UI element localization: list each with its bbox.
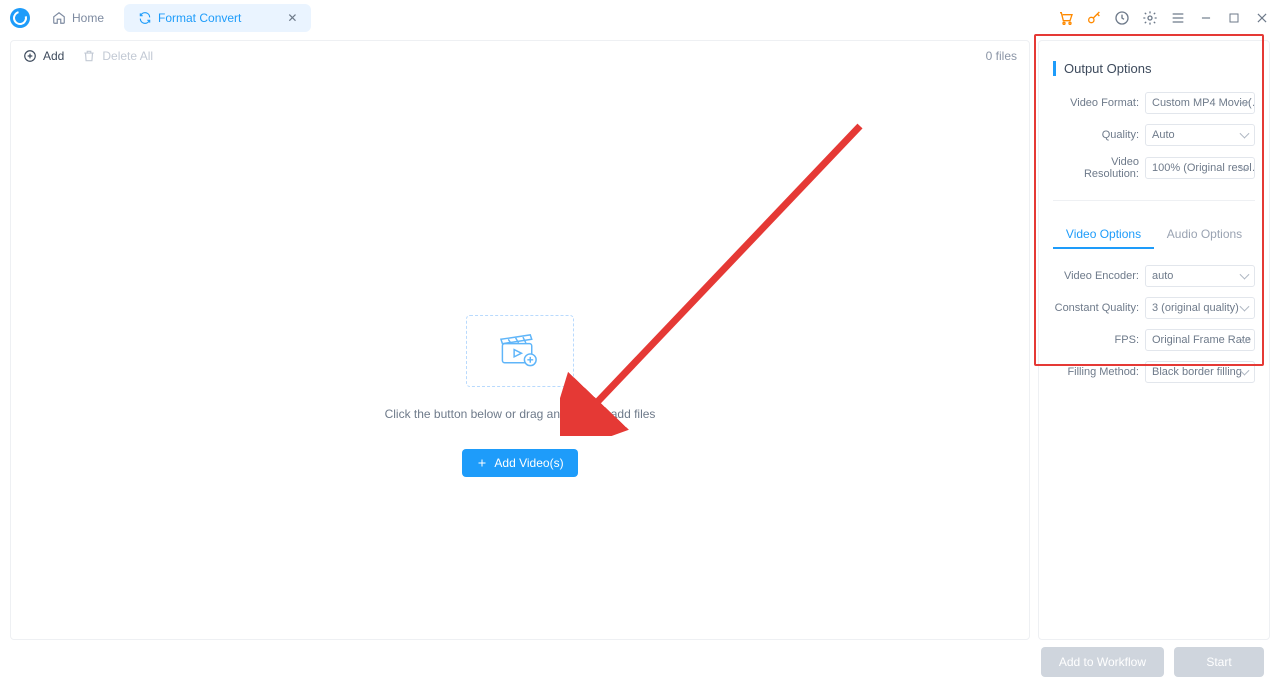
option-subtabs: Video Options Audio Options xyxy=(1053,221,1255,249)
tab-video-options[interactable]: Video Options xyxy=(1053,221,1154,249)
output-options-panel: Output Options Video Format: Custom MP4 … xyxy=(1038,40,1270,640)
row-video-format: Video Format: Custom MP4 Movie(… xyxy=(1053,92,1255,114)
fps-select[interactable]: Original Frame Rate xyxy=(1145,329,1255,351)
delete-all-label: Delete All xyxy=(102,49,153,63)
title-bar: Home Format Convert ✕ xyxy=(0,0,1280,36)
empty-state: Click the button below or drag and drop … xyxy=(11,71,1029,639)
tab-home-label: Home xyxy=(72,11,104,25)
gear-icon[interactable] xyxy=(1142,10,1158,26)
add-label: Add xyxy=(43,49,64,63)
tab-home[interactable]: Home xyxy=(38,4,118,32)
file-counter: 0 files xyxy=(986,49,1017,63)
add-videos-label: Add Video(s) xyxy=(494,456,563,470)
row-fps: FPS: Original Frame Rate xyxy=(1053,329,1255,351)
video-format-label: Video Format: xyxy=(1053,97,1139,109)
plus-circle-icon xyxy=(23,49,37,63)
clapperboard-icon xyxy=(498,333,542,369)
quality-select[interactable]: Auto xyxy=(1145,124,1255,146)
cq-label: Constant Quality: xyxy=(1053,302,1139,314)
add-to-workflow-button[interactable]: Add to Workflow xyxy=(1041,647,1164,677)
main-toolbar: Add Delete All 0 files xyxy=(11,41,1029,71)
cart-icon[interactable] xyxy=(1058,10,1074,26)
trash-icon xyxy=(82,49,96,63)
output-options-title: Output Options xyxy=(1053,61,1255,76)
window-controls xyxy=(1058,10,1270,26)
encoder-label: Video Encoder: xyxy=(1053,270,1139,282)
add-videos-button[interactable]: Add Video(s) xyxy=(462,449,577,477)
row-quality: Quality: Auto xyxy=(1053,124,1255,146)
delete-all-button[interactable]: Delete All xyxy=(82,49,153,63)
tab-active-label: Format Convert xyxy=(158,11,241,25)
fps-label: FPS: xyxy=(1053,334,1139,346)
close-icon[interactable]: ✕ xyxy=(287,11,297,25)
tab-format-convert[interactable]: Format Convert ✕ xyxy=(124,4,311,32)
main-panel: Add Delete All 0 files Click the button … xyxy=(10,40,1030,640)
start-button[interactable]: Start xyxy=(1174,647,1264,677)
minimize-icon[interactable] xyxy=(1198,10,1214,26)
app-logo-icon xyxy=(10,8,30,28)
row-encoder: Video Encoder: auto xyxy=(1053,265,1255,287)
plus-icon xyxy=(476,457,488,469)
key-icon[interactable] xyxy=(1086,10,1102,26)
resolution-label: Video Resolution: xyxy=(1053,156,1139,180)
fill-select[interactable]: Black border filling xyxy=(1145,361,1255,383)
row-resolution: Video Resolution: 100% (Original resol… xyxy=(1053,156,1255,180)
video-format-select[interactable]: Custom MP4 Movie(… xyxy=(1145,92,1255,114)
empty-hint: Click the button below or drag and drop … xyxy=(385,407,656,421)
fill-label: Filling Method: xyxy=(1053,366,1139,378)
row-constant-quality: Constant Quality: 3 (original quality) xyxy=(1053,297,1255,319)
dropzone[interactable] xyxy=(466,315,574,387)
window-close-icon[interactable] xyxy=(1254,10,1270,26)
divider xyxy=(1053,200,1255,201)
add-button[interactable]: Add xyxy=(23,49,64,63)
encoder-select[interactable]: auto xyxy=(1145,265,1255,287)
resolution-select[interactable]: 100% (Original resol… xyxy=(1145,157,1255,179)
cq-select[interactable]: 3 (original quality) xyxy=(1145,297,1255,319)
row-filling: Filling Method: Black border filling xyxy=(1053,361,1255,383)
tab-audio-options[interactable]: Audio Options xyxy=(1154,221,1255,249)
menu-icon[interactable] xyxy=(1170,10,1186,26)
footer: Add to Workflow Start xyxy=(0,640,1280,684)
quality-label: Quality: xyxy=(1053,129,1139,141)
maximize-icon[interactable] xyxy=(1226,10,1242,26)
history-icon[interactable] xyxy=(1114,10,1130,26)
home-icon xyxy=(52,11,66,25)
refresh-icon xyxy=(138,11,152,25)
